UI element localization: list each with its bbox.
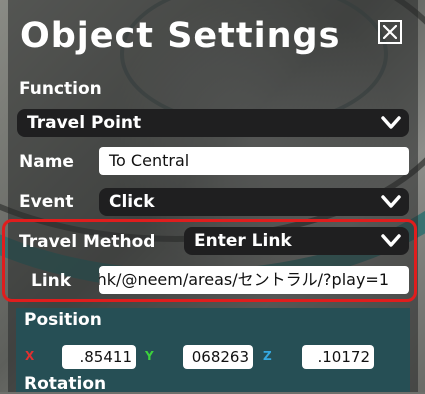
position-y-value: 068263 [191,348,249,366]
position-x-value: .85411 [79,348,133,366]
position-z-value: .10172 [317,348,371,366]
function-selected: Travel Point [27,113,142,133]
position-label: Position [24,310,102,330]
function-dropdown[interactable]: Travel Point [17,109,409,137]
link-label: Link [31,271,72,291]
name-field[interactable]: To Central [99,147,409,175]
travel-method-label: Travel Method [19,232,156,252]
y-axis-label: Y [145,349,154,363]
rotation-label: Rotation [24,374,107,394]
name-label: Name [19,152,74,172]
function-label: Function [19,79,102,99]
position-x-field[interactable]: .85411 [62,345,136,369]
x-axis-label: X [25,349,35,363]
position-z-field[interactable]: .10172 [302,345,374,369]
link-value: hk/@neem/areas/セントラル/?play=1 [99,270,389,289]
event-dropdown[interactable]: Click [99,188,409,216]
close-button[interactable] [378,20,402,44]
position-y-field[interactable]: 068263 [183,345,253,369]
travel-method-selected: Enter Link [194,231,292,251]
chevron-down-icon [381,116,401,129]
travel-method-dropdown[interactable]: Enter Link [184,227,409,255]
page-title: Object Settings [20,16,341,56]
z-axis-label: Z [263,349,272,363]
chevron-down-icon [381,195,401,208]
event-label: Event [19,192,74,212]
link-field[interactable]: hk/@neem/areas/セントラル/?play=1 [99,266,409,294]
chevron-down-icon [381,234,401,247]
event-selected: Click [109,192,155,212]
close-icon [383,25,397,39]
